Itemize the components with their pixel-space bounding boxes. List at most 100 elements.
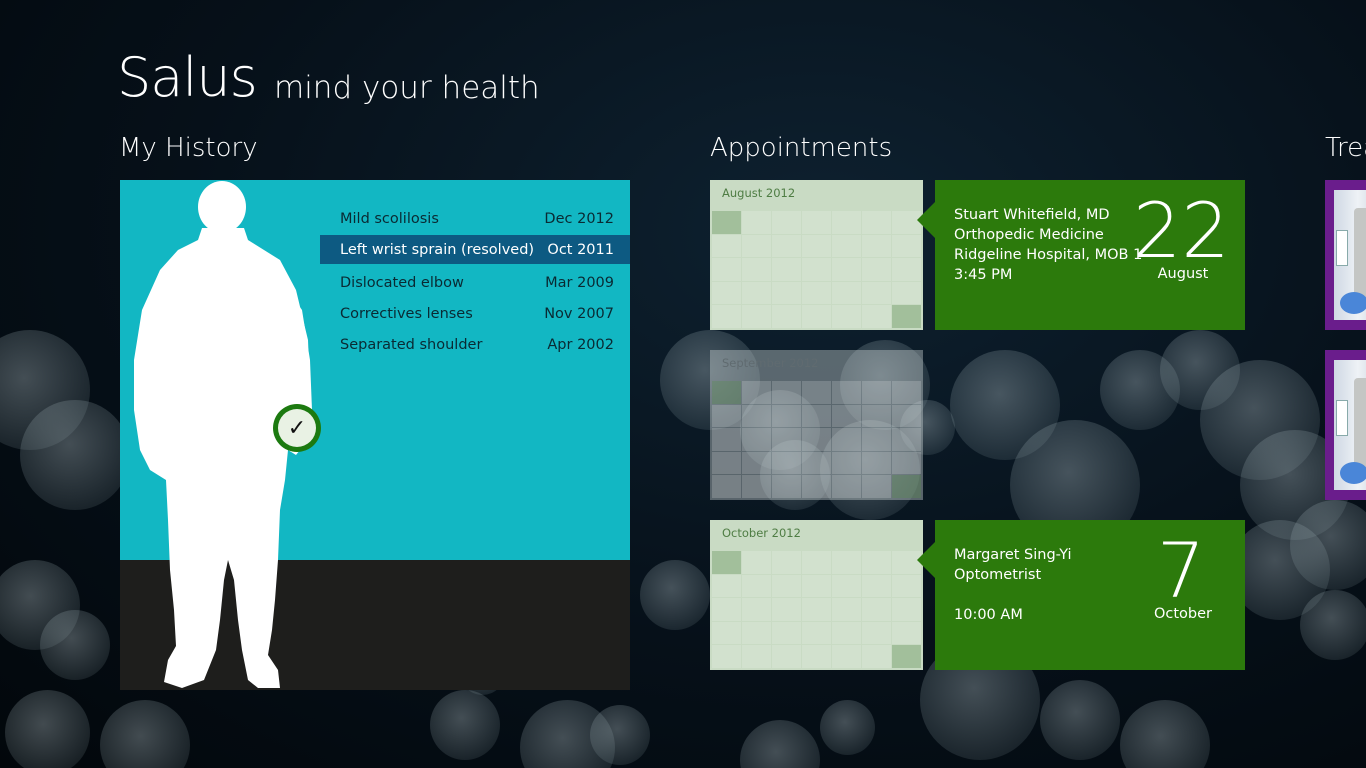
calendar-day-cell[interactable] — [742, 381, 771, 404]
calendar-day-cell[interactable] — [862, 428, 891, 451]
calendar-day-cell[interactable] — [832, 475, 861, 498]
calendar-day-cell[interactable] — [832, 551, 861, 574]
calendar-day-cell[interactable] — [802, 211, 831, 234]
calendar-day-cell[interactable] — [712, 381, 741, 404]
calendar-day-cell[interactable] — [742, 574, 771, 598]
calendar-day-cell[interactable] — [742, 404, 771, 428]
calendar-day-cell[interactable] — [802, 305, 831, 328]
calendar-day-cell[interactable] — [802, 475, 831, 498]
section-heading-appointments[interactable]: Appointments — [710, 133, 892, 163]
calendar-day-cell[interactable] — [712, 451, 741, 475]
history-item[interactable]: Dislocated elbow Mar 2009 — [320, 268, 630, 297]
calendar-day-cell[interactable] — [802, 404, 831, 428]
calendar-day-cell[interactable] — [862, 305, 891, 328]
calendar-day-cell[interactable] — [892, 305, 921, 328]
calendar-day-cell[interactable] — [862, 551, 891, 574]
calendar-day-cell[interactable] — [862, 574, 891, 598]
calendar-day-cell[interactable] — [802, 551, 831, 574]
calendar-day-cell[interactable] — [862, 281, 891, 305]
calendar-day-cell[interactable] — [832, 211, 861, 234]
calendar-day-cell[interactable] — [802, 234, 831, 258]
calendar-day-cell[interactable] — [802, 281, 831, 305]
calendar-day-cell[interactable] — [742, 211, 771, 234]
calendar-day-cell[interactable] — [892, 451, 921, 475]
calendar-day-cell[interactable] — [772, 451, 801, 475]
calendar-day-cell[interactable] — [772, 281, 801, 305]
calendar-day-cell[interactable] — [742, 645, 771, 668]
calendar-day-cell[interactable] — [772, 598, 801, 621]
calendar-day-cell[interactable] — [802, 645, 831, 668]
calendar-day-cell[interactable] — [862, 451, 891, 475]
calendar-day-cell[interactable] — [832, 451, 861, 475]
calendar-day-cell[interactable] — [832, 305, 861, 328]
calendar-day-cell[interactable] — [712, 598, 741, 621]
calendar-day-cell[interactable] — [742, 451, 771, 475]
treatment-tile[interactable] — [1325, 350, 1366, 500]
calendar-day-cell[interactable] — [712, 551, 741, 574]
calendar-day-cell[interactable] — [772, 404, 801, 428]
calendar-day-cell[interactable] — [742, 281, 771, 305]
calendar-day-cell[interactable] — [832, 428, 861, 451]
calendar-tile-august[interactable]: August 2012 — [710, 180, 923, 330]
calendar-day-cell[interactable] — [742, 258, 771, 281]
calendar-day-cell[interactable] — [802, 428, 831, 451]
appointment-tile[interactable]: Stuart Whitefield, MD Orthopedic Medicin… — [917, 180, 1245, 330]
calendar-day-cell[interactable] — [832, 234, 861, 258]
treatment-tile[interactable] — [1325, 180, 1366, 330]
calendar-day-cell[interactable] — [862, 258, 891, 281]
calendar-day-cell[interactable] — [772, 645, 801, 668]
calendar-day-cell[interactable] — [712, 574, 741, 598]
calendar-day-cell[interactable] — [772, 211, 801, 234]
calendar-day-cell[interactable] — [892, 645, 921, 668]
calendar-day-cell[interactable] — [712, 258, 741, 281]
calendar-day-cell[interactable] — [772, 475, 801, 498]
calendar-day-cell[interactable] — [742, 551, 771, 574]
calendar-day-cell[interactable] — [862, 211, 891, 234]
calendar-tile-october[interactable]: October 2012 — [710, 520, 923, 670]
calendar-day-cell[interactable] — [772, 551, 801, 574]
history-item[interactable]: Mild scolilosis Dec 2012 — [320, 204, 630, 233]
calendar-day-cell[interactable] — [832, 598, 861, 621]
calendar-day-cell[interactable] — [712, 305, 741, 328]
calendar-day-cell[interactable] — [712, 234, 741, 258]
appointment-tile[interactable]: Margaret Sing-Yi Optometrist 10:00 AM 7 … — [917, 520, 1245, 670]
calendar-day-cell[interactable] — [892, 621, 921, 645]
calendar-day-cell[interactable] — [802, 381, 831, 404]
calendar-day-cell[interactable] — [802, 621, 831, 645]
calendar-day-cell[interactable] — [862, 621, 891, 645]
calendar-day-cell[interactable] — [742, 305, 771, 328]
calendar-day-cell[interactable] — [832, 621, 861, 645]
calendar-day-cell[interactable] — [892, 281, 921, 305]
calendar-day-cell[interactable] — [862, 404, 891, 428]
history-tile[interactable]: ✓ Mild scolilosis Dec 2012 Left wrist sp… — [120, 180, 630, 690]
calendar-day-cell[interactable] — [832, 258, 861, 281]
calendar-day-cell[interactable] — [742, 234, 771, 258]
calendar-day-cell[interactable] — [892, 598, 921, 621]
calendar-day-cell[interactable] — [892, 428, 921, 451]
calendar-day-cell[interactable] — [862, 381, 891, 404]
calendar-day-cell[interactable] — [802, 258, 831, 281]
calendar-day-cell[interactable] — [832, 381, 861, 404]
calendar-day-cell[interactable] — [862, 645, 891, 668]
calendar-day-cell[interactable] — [712, 404, 741, 428]
calendar-day-cell[interactable] — [892, 381, 921, 404]
calendar-day-cell[interactable] — [772, 381, 801, 404]
history-item[interactable]: Correctives lenses Nov 2007 — [320, 299, 630, 328]
calendar-day-cell[interactable] — [772, 574, 801, 598]
calendar-day-cell[interactable] — [802, 451, 831, 475]
calendar-day-cell[interactable] — [712, 645, 741, 668]
calendar-day-cell[interactable] — [862, 234, 891, 258]
history-item-selected[interactable]: Left wrist sprain (resolved) Oct 2011 — [320, 235, 630, 264]
calendar-day-cell[interactable] — [772, 305, 801, 328]
section-heading-history[interactable]: My History — [119, 133, 258, 163]
calendar-tile-september[interactable]: September 2012 — [710, 350, 923, 500]
calendar-day-cell[interactable] — [832, 281, 861, 305]
calendar-day-cell[interactable] — [742, 428, 771, 451]
calendar-day-cell[interactable] — [742, 475, 771, 498]
calendar-day-cell[interactable] — [832, 574, 861, 598]
calendar-day-cell[interactable] — [772, 258, 801, 281]
calendar-day-cell[interactable] — [862, 475, 891, 498]
calendar-day-cell[interactable] — [712, 475, 741, 498]
calendar-day-cell[interactable] — [802, 598, 831, 621]
calendar-day-cell[interactable] — [742, 598, 771, 621]
